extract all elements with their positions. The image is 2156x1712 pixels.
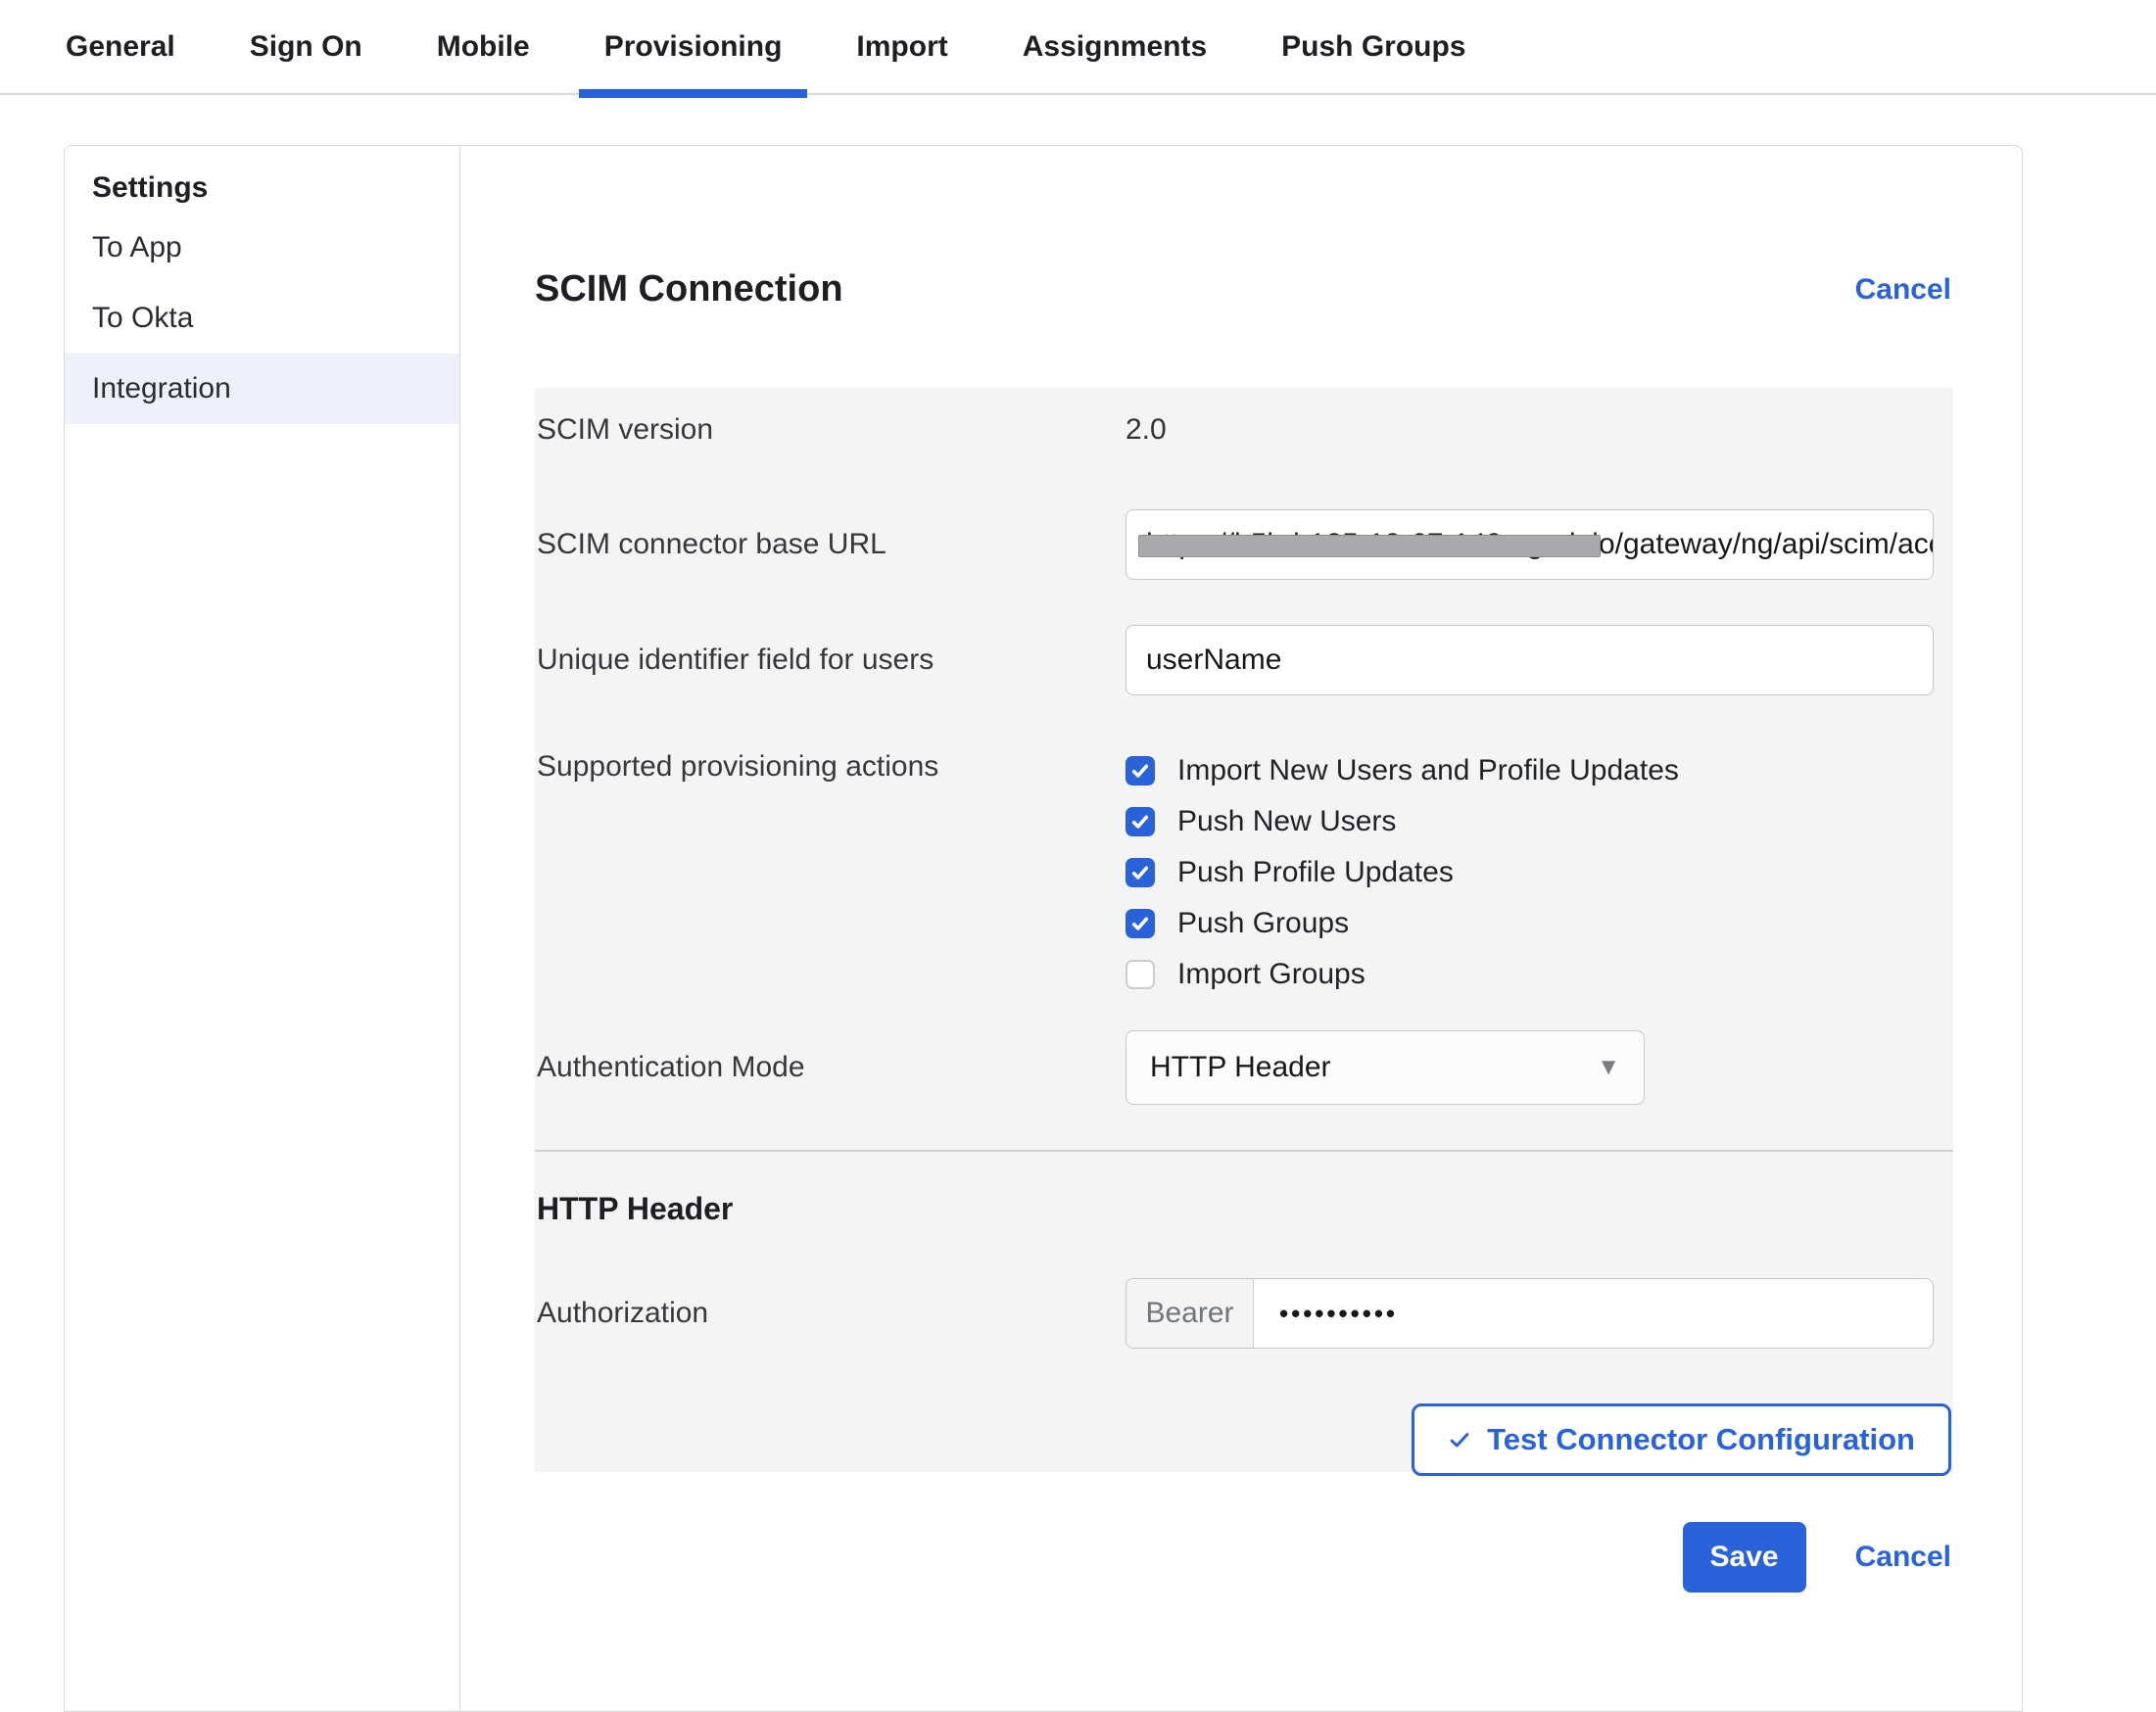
checkbox-row-import-groups[interactable]: Import Groups bbox=[1126, 958, 1934, 991]
test-connector-configuration-button[interactable]: Test Connector Configuration bbox=[1412, 1403, 1951, 1476]
tab-assignments[interactable]: Assignments bbox=[997, 0, 1232, 93]
section-divider bbox=[535, 1150, 1953, 1152]
base-url-visible-text: o/gateway/ng/api/scim/acc bbox=[1599, 528, 1934, 561]
checkbox-row-push-profile-updates[interactable]: Push Profile Updates bbox=[1126, 856, 1934, 889]
authorization-input-group: Bearer •••••••••• bbox=[1126, 1278, 1934, 1349]
unique-id-value: userName bbox=[1146, 643, 1281, 677]
checkbox-row-push-new-users[interactable]: Push New Users bbox=[1126, 805, 1934, 838]
cancel-link-bottom[interactable]: Cancel bbox=[1855, 1541, 1951, 1574]
tab-sign-on[interactable]: Sign On bbox=[224, 0, 388, 93]
auth-mode-row: Authentication Mode HTTP Header ▼ bbox=[537, 1030, 1934, 1105]
page-title: SCIM Connection bbox=[535, 268, 843, 310]
scim-version-label: SCIM version bbox=[537, 413, 1126, 447]
checkbox-label: Import New Users and Profile Updates bbox=[1177, 754, 1679, 787]
cancel-link-top[interactable]: Cancel bbox=[1855, 273, 1951, 307]
footer-actions: Save Cancel bbox=[1683, 1522, 1951, 1593]
check-icon bbox=[1448, 1428, 1471, 1451]
app-tab-bar: General Sign On Mobile Provisioning Impo… bbox=[0, 0, 2156, 95]
tab-push-groups[interactable]: Push Groups bbox=[1256, 0, 1491, 93]
auth-mode-label: Authentication Mode bbox=[537, 1051, 1126, 1084]
push-new-users-checkbox[interactable] bbox=[1126, 807, 1155, 836]
sidebar-item-to-okta[interactable]: To Okta bbox=[65, 283, 459, 354]
import-groups-checkbox[interactable] bbox=[1126, 960, 1155, 989]
tab-mobile[interactable]: Mobile bbox=[411, 0, 555, 93]
checkbox-row-push-groups[interactable]: Push Groups bbox=[1126, 907, 1934, 940]
checkbox-row-import-new-users[interactable]: Import New Users and Profile Updates bbox=[1126, 754, 1934, 787]
base-url-input[interactable]: https://b5bd-125-19-67-149.ngrok.io/gate… bbox=[1126, 509, 1934, 580]
auth-mode-selected-value: HTTP Header bbox=[1150, 1051, 1331, 1084]
authorization-row: Authorization Bearer •••••••••• bbox=[537, 1278, 1934, 1349]
provisioning-actions-label: Supported provisioning actions bbox=[537, 750, 1126, 784]
checkbox-label: Push Groups bbox=[1177, 907, 1349, 940]
base-url-label: SCIM connector base URL bbox=[537, 528, 1126, 561]
main-content: SCIM Connection Cancel SCIM version 2.0 … bbox=[461, 146, 2022, 1711]
provisioning-card: Settings To App To Okta Integration SCIM… bbox=[64, 145, 2023, 1712]
check-icon bbox=[1129, 760, 1151, 782]
checkbox-label: Push Profile Updates bbox=[1177, 856, 1454, 889]
base-url-row: SCIM connector base URL https://b5bd-125… bbox=[537, 509, 1934, 580]
push-groups-checkbox[interactable] bbox=[1126, 909, 1155, 938]
scim-settings-panel: SCIM version 2.0 SCIM connector base URL… bbox=[535, 388, 1953, 1472]
tab-general[interactable]: General bbox=[40, 0, 201, 93]
sidebar-item-to-app[interactable]: To App bbox=[65, 213, 459, 283]
unique-id-row: Unique identifier field for users userNa… bbox=[537, 625, 1934, 695]
http-header-section-title: HTTP Header bbox=[537, 1191, 1934, 1227]
check-icon bbox=[1129, 862, 1151, 883]
provisioning-actions-row: Supported provisioning actions Import Ne… bbox=[537, 750, 1934, 991]
settings-sidebar: Settings To App To Okta Integration bbox=[65, 146, 460, 1711]
tab-provisioning[interactable]: Provisioning bbox=[579, 0, 808, 93]
authorization-label: Authorization bbox=[537, 1297, 1126, 1330]
import-new-users-checkbox[interactable] bbox=[1126, 756, 1155, 785]
provisioning-actions-group: Import New Users and Profile Updates Pus… bbox=[1126, 750, 1934, 991]
chevron-down-icon: ▼ bbox=[1597, 1054, 1620, 1081]
bearer-prefix: Bearer bbox=[1126, 1279, 1254, 1348]
checkbox-label: Import Groups bbox=[1177, 958, 1365, 991]
unique-id-label: Unique identifier field for users bbox=[537, 643, 1126, 677]
test-connector-label: Test Connector Configuration bbox=[1487, 1422, 1915, 1457]
scim-version-row: SCIM version 2.0 bbox=[537, 413, 1934, 447]
sidebar-title: Settings bbox=[65, 158, 459, 213]
push-profile-updates-checkbox[interactable] bbox=[1126, 858, 1155, 887]
save-button[interactable]: Save bbox=[1683, 1522, 1806, 1593]
unique-id-input[interactable]: userName bbox=[1126, 625, 1934, 695]
checkbox-label: Push New Users bbox=[1177, 805, 1396, 838]
auth-mode-select[interactable]: HTTP Header ▼ bbox=[1126, 1030, 1645, 1105]
sidebar-item-integration[interactable]: Integration bbox=[65, 354, 459, 424]
bearer-token-input[interactable]: •••••••••• bbox=[1254, 1279, 1933, 1348]
check-icon bbox=[1129, 811, 1151, 832]
check-icon bbox=[1129, 913, 1151, 934]
tab-import[interactable]: Import bbox=[831, 0, 973, 93]
scim-version-value: 2.0 bbox=[1126, 413, 1934, 447]
base-url-redaction-bar: https://b5bd-125-19-67-149.ngrok.i bbox=[1146, 528, 1599, 561]
page-header-row: SCIM Connection Cancel bbox=[535, 268, 1951, 310]
